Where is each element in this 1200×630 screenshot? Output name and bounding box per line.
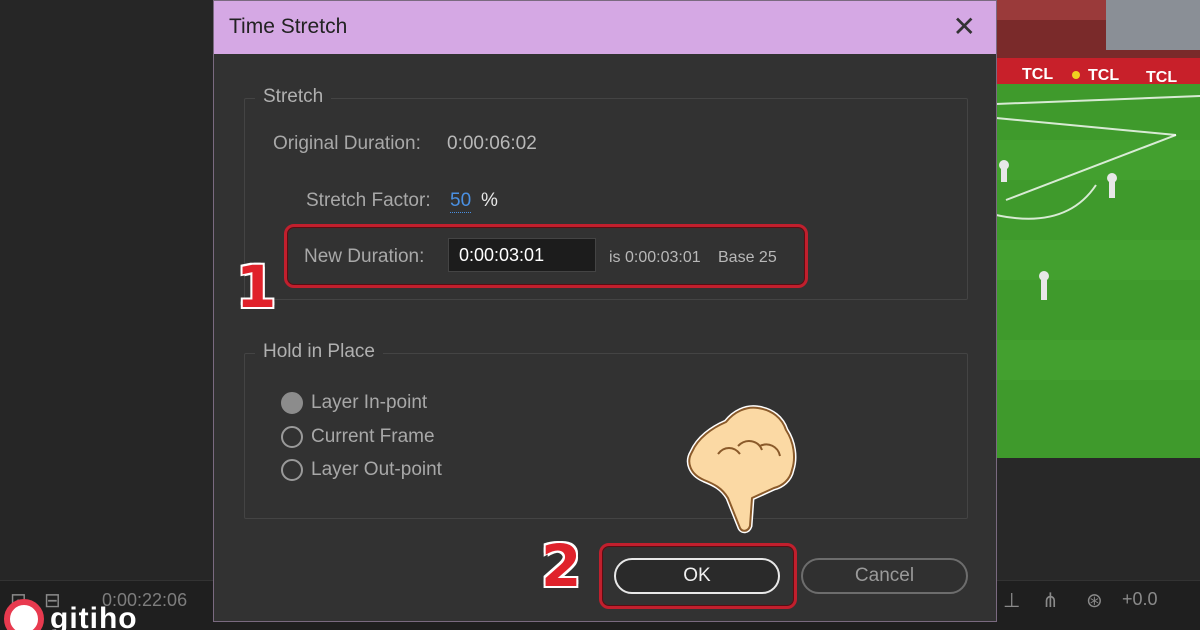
dialog-title: Time Stretch bbox=[229, 15, 348, 38]
cancel-button[interactable]: Cancel bbox=[801, 558, 968, 594]
original-duration-value: 0:00:06:02 bbox=[447, 133, 537, 154]
ad-board-text: TCL bbox=[1146, 69, 1177, 86]
radio-unchecked-icon[interactable] bbox=[281, 426, 303, 448]
step-number-2: 2 bbox=[541, 532, 582, 600]
time-stretch-dialog: Time Stretch ✕ Stretch Original Duration… bbox=[213, 0, 997, 622]
original-duration-label: Original Duration: bbox=[273, 133, 421, 154]
radio-unchecked-icon[interactable] bbox=[281, 459, 303, 481]
step-number-1: 1 bbox=[236, 253, 277, 321]
highlight-ok-button bbox=[599, 543, 797, 609]
watermark: gitiho bbox=[4, 599, 138, 630]
radio-layer-in-point[interactable]: Layer In-point bbox=[281, 392, 427, 414]
ad-board-text: TCL bbox=[1022, 66, 1053, 83]
stretch-factor-value[interactable]: 50 bbox=[450, 190, 472, 213]
radio-current-frame[interactable]: Current Frame bbox=[281, 426, 435, 448]
watermark-logo-icon bbox=[4, 599, 44, 630]
close-icon[interactable]: ✕ bbox=[953, 13, 976, 41]
flowchart-icon[interactable]: ⊥ bbox=[1003, 588, 1020, 613]
radio-layer-out-point[interactable]: Layer Out-point bbox=[281, 459, 442, 481]
dialog-titlebar: Time Stretch ✕ bbox=[214, 1, 996, 54]
preview-panel-empty bbox=[996, 458, 1200, 580]
composition-panel-left bbox=[0, 0, 214, 580]
radio-label: Current Frame bbox=[311, 426, 435, 447]
stretch-legend: Stretch bbox=[255, 86, 332, 108]
watermark-text: gitiho bbox=[50, 602, 138, 630]
highlight-new-duration bbox=[284, 224, 808, 288]
stretch-factor-label: Stretch Factor: bbox=[306, 190, 431, 211]
hierarchy-icon[interactable]: ⋔ bbox=[1042, 588, 1059, 613]
hold-in-place-legend: Hold in Place bbox=[255, 341, 383, 363]
stretch-factor-unit: % bbox=[481, 190, 498, 211]
radio-label: Layer In-point bbox=[311, 392, 428, 413]
exposure-value[interactable]: +0.0 bbox=[1122, 589, 1158, 610]
exposure-icon[interactable]: ⊛ bbox=[1086, 588, 1103, 613]
pointing-hand-icon bbox=[686, 405, 797, 534]
ad-board-text: TCL bbox=[1088, 67, 1119, 84]
radio-label: Layer Out-point bbox=[311, 459, 442, 480]
radio-checked-icon[interactable] bbox=[281, 392, 303, 414]
video-preview: TCL TCL TCL bbox=[996, 0, 1200, 458]
